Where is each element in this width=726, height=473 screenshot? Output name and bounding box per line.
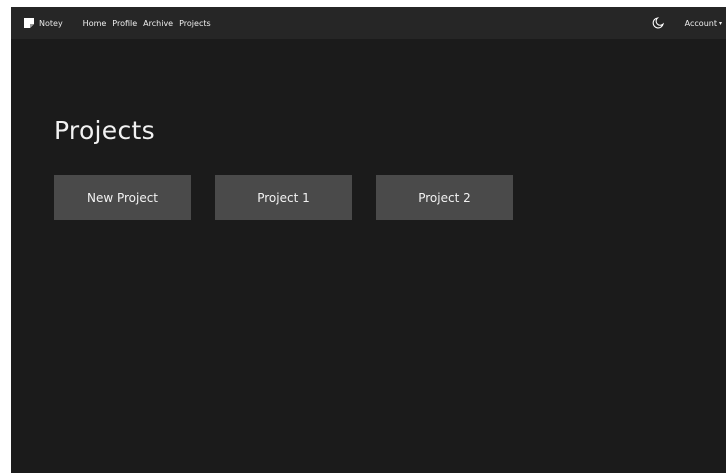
project-card-2[interactable]: Project 2 (376, 175, 513, 220)
account-dropdown[interactable]: Account ▾ (685, 19, 722, 28)
page-title: Projects (54, 116, 155, 145)
chevron-down-icon: ▾ (718, 19, 722, 27)
account-label: Account (684, 18, 717, 28)
project-card-1[interactable]: Project 1 (215, 175, 352, 220)
moon-icon[interactable] (652, 17, 664, 29)
brand-link[interactable]: Notey (24, 18, 63, 28)
nav-profile-link[interactable]: Profile (112, 19, 137, 28)
nav-links: Home Profile Archive Projects (83, 19, 217, 28)
nav-right: Account ▾ (652, 17, 726, 29)
app-window: Notey Home Profile Archive Projects Acco… (11, 7, 726, 473)
nav-projects-link[interactable]: Projects (179, 19, 211, 28)
new-project-button[interactable]: New Project (54, 175, 191, 220)
project-cards: New Project Project 1 Project 2 (54, 175, 537, 220)
nav-home-link[interactable]: Home (83, 19, 107, 28)
brand-name: Notey (39, 18, 63, 28)
notey-logo-icon (24, 18, 34, 28)
navbar: Notey Home Profile Archive Projects Acco… (11, 7, 726, 39)
nav-archive-link[interactable]: Archive (143, 19, 173, 28)
